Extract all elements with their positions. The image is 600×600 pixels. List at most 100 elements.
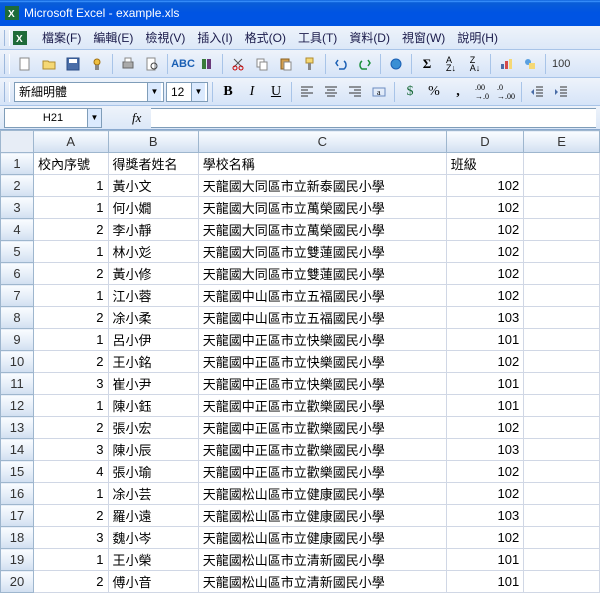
cell[interactable]: 天龍國大同區市立雙蓮國民小學 [198, 263, 446, 285]
copy-icon[interactable] [251, 53, 273, 75]
cell[interactable]: 天龍國大同區市立新泰國民小學 [198, 175, 446, 197]
toolbar-grip[interactable] [4, 54, 10, 74]
cell[interactable]: 校內序號 [33, 153, 108, 175]
currency-icon[interactable]: $ [399, 81, 421, 103]
menu-file[interactable]: 檔案(F) [36, 27, 87, 48]
cell[interactable]: 102 [446, 197, 523, 219]
align-left-icon[interactable] [296, 81, 318, 103]
row-header[interactable]: 5 [1, 241, 34, 263]
cell[interactable]: 林小彣 [108, 241, 198, 263]
cell[interactable]: 1 [33, 285, 108, 307]
cell[interactable]: 黃小修 [108, 263, 198, 285]
cell[interactable]: 李小靜 [108, 219, 198, 241]
cell[interactable]: 102 [446, 527, 523, 549]
align-right-icon[interactable] [344, 81, 366, 103]
sort-desc-icon[interactable]: ZA↓ [464, 53, 486, 75]
col-header-E[interactable]: E [524, 131, 600, 153]
cell[interactable]: 1 [33, 329, 108, 351]
cell[interactable]: 崔小尹 [108, 373, 198, 395]
chevron-down-icon[interactable]: ▼ [147, 83, 161, 101]
drawing-icon[interactable] [519, 53, 541, 75]
col-header-B[interactable]: B [108, 131, 198, 153]
row-header[interactable]: 7 [1, 285, 34, 307]
cell[interactable]: 101 [446, 549, 523, 571]
cell[interactable]: 102 [446, 219, 523, 241]
sort-asc-icon[interactable]: AZ↓ [440, 53, 462, 75]
cell[interactable]: 天龍國大同區市立萬榮國民小學 [198, 219, 446, 241]
font-size-select[interactable]: 12 ▼ [166, 82, 208, 102]
open-icon[interactable] [38, 53, 60, 75]
cell[interactable]: 101 [446, 395, 523, 417]
cell[interactable]: 102 [446, 417, 523, 439]
cell[interactable]: 天龍國中山區市立五福國民小學 [198, 285, 446, 307]
new-icon[interactable] [14, 53, 36, 75]
cell[interactable]: 3 [33, 373, 108, 395]
cell[interactable]: 天龍國中正區市立快樂國民小學 [198, 329, 446, 351]
cell[interactable]: 張小宏 [108, 417, 198, 439]
menu-insert[interactable]: 插入(I) [191, 27, 238, 48]
cell[interactable] [524, 505, 600, 527]
cell[interactable] [524, 439, 600, 461]
fx-icon[interactable]: fx [132, 110, 141, 126]
decrease-decimal-icon[interactable]: .0→.00 [495, 81, 517, 103]
autosum-icon[interactable]: Σ [416, 53, 438, 75]
cell[interactable]: 2 [33, 219, 108, 241]
cell[interactable]: 江小蓉 [108, 285, 198, 307]
cell[interactable]: 1 [33, 395, 108, 417]
cell[interactable]: 學校名稱 [198, 153, 446, 175]
format-painter-icon[interactable] [299, 53, 321, 75]
cell[interactable]: 天龍國中正區市立快樂國民小學 [198, 373, 446, 395]
cell[interactable]: 天龍國松山區市立健康國民小學 [198, 505, 446, 527]
cell[interactable]: 4 [33, 461, 108, 483]
comma-icon[interactable]: , [447, 81, 469, 103]
row-header[interactable]: 9 [1, 329, 34, 351]
cell[interactable]: 天龍國中正區市立歡樂國民小學 [198, 461, 446, 483]
cell[interactable]: 天龍國中正區市立歡樂國民小學 [198, 439, 446, 461]
row-header[interactable]: 10 [1, 351, 34, 373]
redo-icon[interactable] [354, 53, 376, 75]
cell[interactable]: 陳小鈺 [108, 395, 198, 417]
cell[interactable] [524, 307, 600, 329]
cell[interactable]: 王小銘 [108, 351, 198, 373]
formula-input[interactable] [151, 108, 596, 128]
cell[interactable]: 2 [33, 307, 108, 329]
merge-center-icon[interactable]: a [368, 81, 390, 103]
print-icon[interactable] [117, 53, 139, 75]
increase-indent-icon[interactable] [550, 81, 572, 103]
cell[interactable]: 天龍國大同區市立雙蓮國民小學 [198, 241, 446, 263]
preview-icon[interactable] [141, 53, 163, 75]
cell[interactable]: 3 [33, 439, 108, 461]
chevron-down-icon[interactable]: ▼ [87, 109, 101, 127]
cell[interactable] [524, 417, 600, 439]
menu-edit[interactable]: 編輯(E) [87, 27, 139, 48]
row-header[interactable]: 6 [1, 263, 34, 285]
italic-button[interactable]: I [241, 81, 263, 103]
research-icon[interactable] [196, 53, 218, 75]
cell[interactable]: 101 [446, 329, 523, 351]
increase-decimal-icon[interactable]: .00→.0 [471, 81, 493, 103]
cell[interactable]: 王小榮 [108, 549, 198, 571]
cell[interactable]: 天龍國中山區市立五福國民小學 [198, 307, 446, 329]
row-header[interactable]: 16 [1, 483, 34, 505]
cell[interactable]: 103 [446, 307, 523, 329]
cell[interactable]: 103 [446, 439, 523, 461]
cell[interactable]: 班級 [446, 153, 523, 175]
align-center-icon[interactable] [320, 81, 342, 103]
menu-data[interactable]: 資料(D) [343, 27, 396, 48]
chart-icon[interactable] [495, 53, 517, 75]
cell[interactable]: 2 [33, 505, 108, 527]
cell[interactable]: 1 [33, 549, 108, 571]
row-header[interactable]: 4 [1, 219, 34, 241]
cell[interactable]: 1 [33, 241, 108, 263]
cell[interactable]: 天龍國松山區市立健康國民小學 [198, 483, 446, 505]
cell[interactable]: 103 [446, 505, 523, 527]
cell[interactable]: 天龍國中正區市立歡樂國民小學 [198, 395, 446, 417]
cell[interactable] [524, 571, 600, 593]
paste-icon[interactable] [275, 53, 297, 75]
spreadsheet-grid[interactable]: A B C D E 1 校內序號 得獎者姓名 學校名稱 班級 21黃小文天龍國大… [0, 130, 600, 600]
select-all-corner[interactable] [1, 131, 34, 153]
row-header[interactable]: 13 [1, 417, 34, 439]
cell[interactable] [524, 483, 600, 505]
cell[interactable] [524, 527, 600, 549]
hyperlink-icon[interactable] [385, 53, 407, 75]
